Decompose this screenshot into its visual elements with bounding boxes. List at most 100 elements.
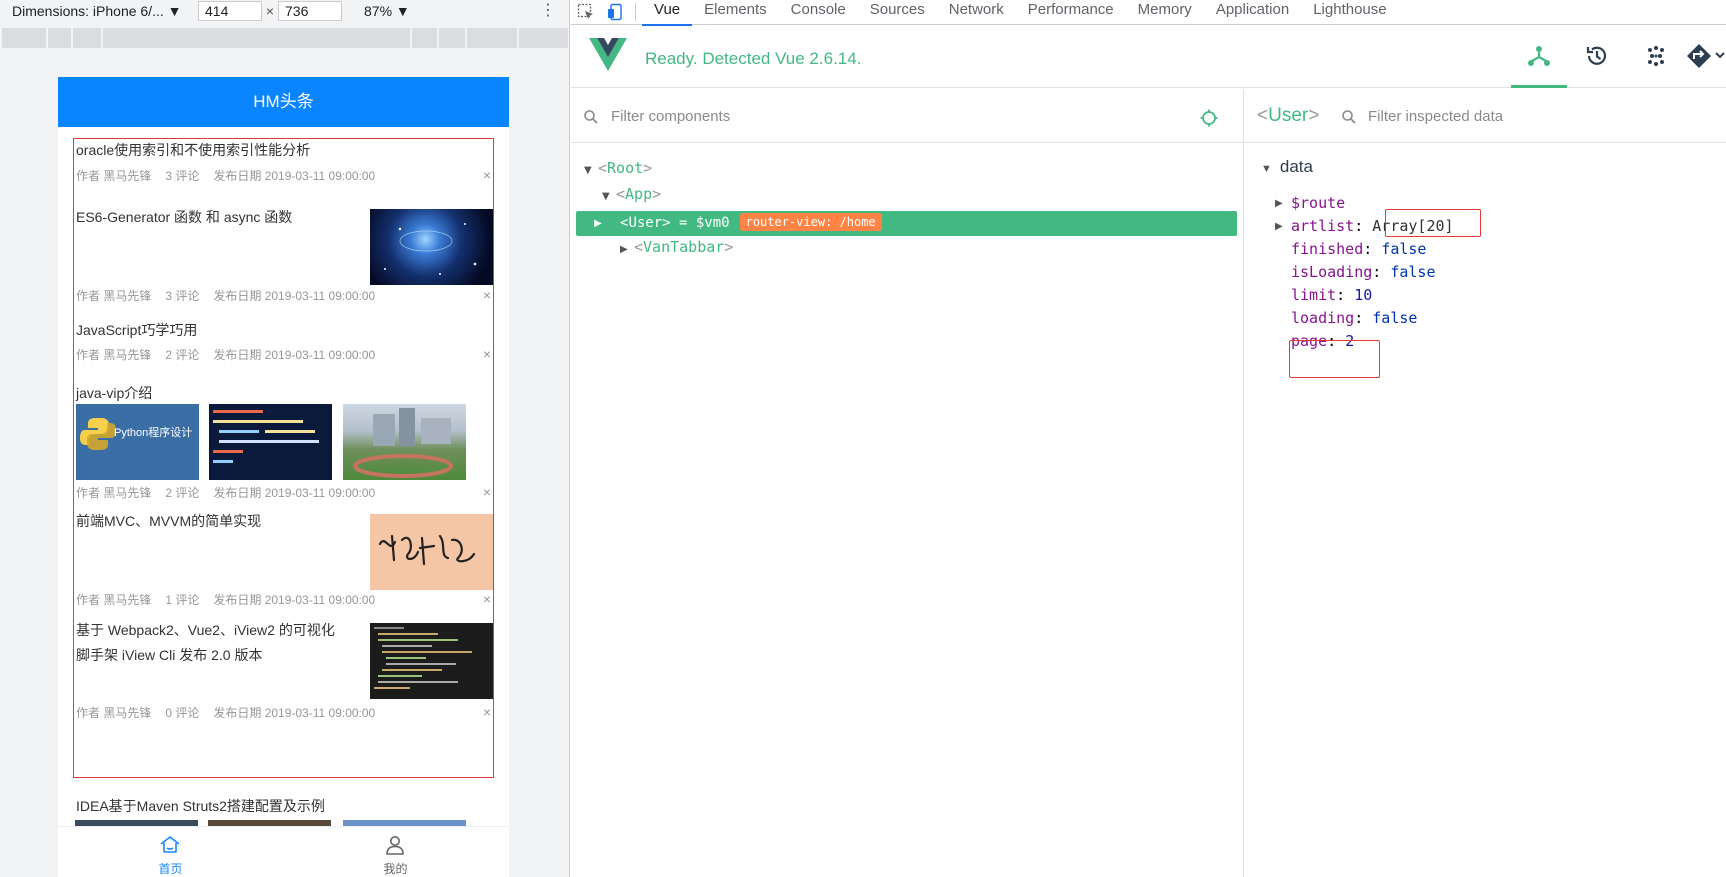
phone-viewport: HM头条 oracle使用索引和不使用索引性能分析 作者 黑马先锋 3 评论 发布日… bbox=[58, 77, 509, 877]
timeline-tab[interactable] bbox=[1569, 41, 1625, 88]
vue-devtools-header: Ready. Detected Vue 2.6.14. bbox=[571, 26, 1726, 88]
thumbnail-caption: Python程序设计 bbox=[114, 427, 193, 439]
inspect-element-icon[interactable] bbox=[571, 0, 601, 25]
tab-console[interactable]: Console bbox=[779, 0, 858, 25]
list-item[interactable]: java-vip介绍 Python程序设计 作者 黑马先锋 2 评论 发布日期 … bbox=[74, 379, 493, 500]
media-query-ruler[interactable] bbox=[2, 28, 569, 48]
expanded-arrow-icon[interactable]: ▼ bbox=[584, 158, 598, 183]
list-item[interactable]: JavaScript巧学巧用 作者 黑马先锋 2 评论 发布日期 2019-03-1… bbox=[74, 316, 493, 380]
router-view-badge: router-view: /home bbox=[739, 213, 882, 231]
home-icon bbox=[160, 836, 180, 853]
article-title-line2: 脚手架 iView Cli 发布 2.0 版本 bbox=[76, 647, 263, 663]
data-prop-route[interactable]: ▶ $route bbox=[1275, 192, 1345, 215]
article-title-line1: 基于 Webpack2、Vue2、iView2 的可视化 bbox=[76, 622, 335, 638]
vue-logo-icon bbox=[589, 38, 627, 71]
devtools-panel: Vue Elements Console Sources Network Per… bbox=[571, 0, 1726, 877]
article-meta: 作者 黑马先锋 3 评论 发布日期 2019-03-11 09:00:00 bbox=[76, 169, 376, 183]
dots-grid-icon bbox=[1648, 46, 1664, 66]
tab-memory[interactable]: Memory bbox=[1126, 0, 1204, 25]
data-section-header[interactable]: ▼ data bbox=[1261, 157, 1313, 177]
width-input[interactable]: 414 bbox=[198, 1, 262, 21]
tab-sources[interactable]: Sources bbox=[858, 0, 937, 25]
article-meta: 作者 黑马先锋 3 评论 发布日期 2019-03-11 09:00:00 bbox=[76, 289, 376, 303]
article-meta: 作者 黑马先锋 0 评论 发布日期 2019-03-11 09:00:00 bbox=[76, 706, 376, 720]
article-title: java-vip介绍 bbox=[76, 385, 153, 401]
article-list[interactable]: oracle使用索引和不使用索引性能分析 作者 黑马先锋 3 评论 发布日期 201… bbox=[73, 138, 494, 778]
inspected-component-name: <User> bbox=[1257, 105, 1320, 126]
app-header: HM头条 bbox=[58, 77, 509, 127]
tree-node-user-selected[interactable]: ▶ <User> = $vm0 router-view: /home bbox=[576, 211, 1237, 236]
filter-data-input[interactable]: Filter inspected data bbox=[1368, 108, 1503, 125]
components-icon bbox=[1528, 46, 1550, 66]
tab-performance[interactable]: Performance bbox=[1016, 0, 1126, 25]
search-icon bbox=[1342, 110, 1356, 124]
article-title: 前端MVC、MVVM的简单实现 bbox=[76, 513, 262, 529]
tab-profile[interactable]: 我的 bbox=[283, 827, 508, 877]
tab-application[interactable]: Application bbox=[1204, 0, 1301, 25]
zoom-select[interactable]: 87% ▼ bbox=[364, 3, 410, 19]
article-meta: 作者 黑马先锋 2 评论 发布日期 2019-03-11 09:00:00 bbox=[76, 486, 376, 500]
close-icon[interactable]: × bbox=[483, 591, 491, 607]
close-icon[interactable]: × bbox=[483, 287, 491, 303]
tab-label: 我的 bbox=[383, 862, 408, 876]
article-thumbnail[interactable] bbox=[370, 514, 493, 590]
components-panel: Filter components ▼ <Root> ▼ <App> ▶ <User… bbox=[571, 89, 1244, 877]
tab-vue[interactable]: Vue bbox=[642, 0, 693, 26]
close-icon[interactable]: × bbox=[483, 484, 491, 500]
components-tab[interactable] bbox=[1511, 41, 1567, 88]
article-meta: 作者 黑马先锋 1 评论 发布日期 2019-03-11 09:00:00 bbox=[76, 593, 376, 607]
divider bbox=[635, 3, 636, 21]
tree-node-app[interactable]: ▼ <App> bbox=[602, 182, 661, 207]
tab-home[interactable]: 首页 bbox=[58, 827, 283, 877]
data-prop-finished[interactable]: finished: false bbox=[1291, 238, 1426, 261]
highlight-box-artlist bbox=[1385, 209, 1481, 237]
highlight-box-page bbox=[1289, 340, 1380, 378]
filter-components-input[interactable]: Filter components bbox=[611, 108, 730, 125]
article-thumbnail[interactable]: Python程序设计 bbox=[76, 404, 199, 480]
data-prop-isloading[interactable]: isLoading: false bbox=[1291, 261, 1436, 284]
expanded-arrow-icon[interactable]: ▼ bbox=[1261, 163, 1272, 175]
article-meta: 作者 黑马先锋 2 评论 发布日期 2019-03-11 09:00:00 bbox=[76, 348, 376, 362]
article-thumbnail[interactable] bbox=[209, 404, 332, 480]
tree-node-root[interactable]: ▼ <Root> bbox=[584, 156, 652, 181]
device-toggle-icon[interactable] bbox=[601, 0, 631, 25]
routing-tab[interactable] bbox=[1686, 41, 1726, 88]
component-filter-bar[interactable]: Filter components bbox=[571, 89, 1243, 143]
data-prop-loading[interactable]: loading: false bbox=[1291, 307, 1417, 330]
list-item[interactable]: oracle使用索引和不使用索引性能分析 作者 黑马先锋 3 评论 发布日期 201… bbox=[74, 139, 493, 203]
article-title: oracle使用索引和不使用索引性能分析 bbox=[76, 142, 311, 158]
article-thumbnail[interactable] bbox=[343, 404, 466, 480]
height-input[interactable]: 736 bbox=[278, 1, 342, 21]
collapsed-arrow-icon[interactable]: ▶ bbox=[594, 211, 602, 236]
article-thumbnail[interactable] bbox=[370, 623, 493, 699]
more-options-icon[interactable]: ⋮ bbox=[540, 0, 556, 20]
performance-tab[interactable] bbox=[1628, 41, 1684, 88]
close-icon[interactable]: × bbox=[483, 346, 491, 362]
search-icon bbox=[584, 110, 598, 124]
article-title: JavaScript巧学巧用 bbox=[76, 322, 198, 338]
tab-elements[interactable]: Elements bbox=[692, 0, 779, 25]
list-item[interactable]: ES6-Generator 函数 和 async 函数 作者 黑马先锋 3 评论发… bbox=[74, 203, 493, 323]
close-icon[interactable]: × bbox=[483, 704, 491, 720]
directions-icon bbox=[1687, 44, 1725, 68]
data-prop-limit[interactable]: limit: 10 bbox=[1291, 284, 1372, 307]
list-item[interactable]: 前端MVC、MVVM的简单实现 作者 黑马先锋 1 评论 发布日期 2019-03-… bbox=[74, 507, 493, 627]
article-title[interactable]: IDEA基于Maven Struts2搭建配置及示例 bbox=[76, 796, 325, 816]
select-component-icon[interactable] bbox=[1199, 108, 1219, 128]
user-icon bbox=[386, 836, 404, 855]
device-toolbar: Dimensions: iPhone 6/... ▼ 414 × 736 87%… bbox=[0, 0, 569, 22]
tab-lighthouse[interactable]: Lighthouse bbox=[1301, 0, 1398, 25]
close-icon[interactable]: × bbox=[483, 167, 491, 183]
list-item[interactable]: 基于 Webpack2、Vue2、iView2 的可视化 脚手架 iView C… bbox=[74, 616, 493, 777]
devtools-tab-bar: Vue Elements Console Sources Network Per… bbox=[571, 0, 1726, 26]
history-icon bbox=[1586, 46, 1607, 65]
tab-network[interactable]: Network bbox=[937, 0, 1016, 25]
collapsed-arrow-icon[interactable]: ▶ bbox=[620, 237, 634, 262]
tabbar: 首页 我的 bbox=[58, 826, 509, 877]
device-emulation-pane: Dimensions: iPhone 6/... ▼ 414 × 736 87%… bbox=[0, 0, 570, 877]
article-thumbnail[interactable] bbox=[370, 209, 493, 285]
times-glyph: × bbox=[265, 3, 275, 19]
device-select[interactable]: Dimensions: iPhone 6/... ▼ bbox=[12, 3, 198, 19]
expanded-arrow-icon[interactable]: ▼ bbox=[602, 184, 616, 209]
tree-node-vantabbar[interactable]: ▶ <VanTabbar> bbox=[620, 235, 733, 260]
